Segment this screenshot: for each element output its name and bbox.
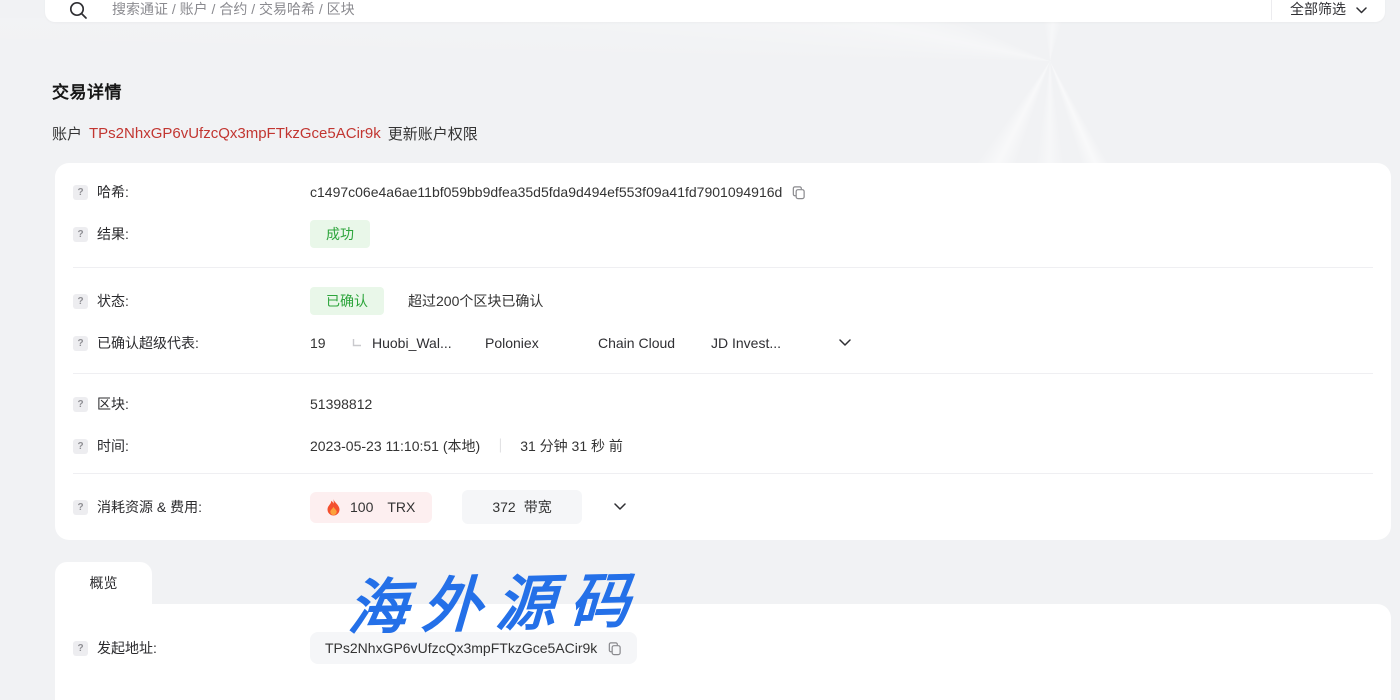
help-icon[interactable]: ? — [73, 641, 88, 656]
bandwidth-unit: 带宽 — [524, 497, 552, 517]
help-icon[interactable]: ? — [73, 227, 88, 242]
page-title: 交易详情 — [52, 78, 122, 103]
help-icon[interactable]: ? — [73, 439, 88, 454]
owner-label-group: ? 发起地址: — [73, 638, 310, 658]
overview-card: ? 发起地址: TPs2NhxGP6vUfzcQx3mpFTkzGce5ACir… — [55, 604, 1391, 700]
copy-icon[interactable] — [791, 185, 806, 200]
confirmed-sr-row: ? 已确认超级代表: 19 Huobi_Wal... Poloniex Chai… — [73, 322, 1373, 364]
result-badge: 成功 — [310, 220, 370, 248]
sr-name[interactable]: Chain Cloud — [598, 335, 711, 351]
sr-label: 已确认超级代表: — [97, 333, 199, 353]
help-icon[interactable]: ? — [73, 500, 88, 515]
result-label-group: ? 结果: — [73, 224, 310, 244]
help-icon[interactable]: ? — [73, 336, 88, 351]
result-row: ? 结果: 成功 — [73, 213, 1373, 255]
result-label: 结果: — [97, 224, 129, 244]
time-ago: 31 分钟 31 秒 前 — [520, 436, 623, 456]
hash-label-group: ? 哈希: — [73, 182, 310, 202]
resources-label: 消耗资源 & 费用: — [97, 497, 202, 517]
summary-prefix: 账户 — [52, 123, 82, 144]
bandwidth-amount: 372 — [492, 499, 515, 515]
transaction-detail-card: ? 哈希: c1497c06e4a6ae11bf059bb9dfea35d5fd… — [55, 163, 1391, 540]
copy-icon[interactable] — [607, 641, 622, 656]
resources-row: ? 消耗资源 & 费用: 100 TRX 372 带宽 — [73, 486, 1373, 528]
sr-name[interactable]: Poloniex — [485, 335, 598, 351]
chevron-down-icon — [614, 503, 626, 511]
search-bar: 搜索通证 / 账户 / 合约 / 交易哈希 / 区块 全部筛选 — [45, 0, 1385, 22]
owner-label: 发起地址: — [97, 638, 157, 658]
summary-suffix: 更新账户权限 — [388, 123, 478, 144]
bandwidth-badge: 372 带宽 — [462, 490, 581, 524]
time-value: 2023-05-23 11:10:51 (本地) — [310, 436, 480, 456]
search-filter-dropdown[interactable]: 全部筛选 — [1271, 0, 1371, 20]
filter-label: 全部筛选 — [1290, 0, 1346, 19]
sr-name[interactable]: Huobi_Wal... — [372, 335, 485, 351]
chevron-down-icon — [1356, 7, 1367, 14]
time-row: ? 时间: 2023-05-23 11:10:51 (本地) ｜ 31 分钟 3… — [73, 425, 1373, 467]
help-icon[interactable]: ? — [73, 185, 88, 200]
block-label-group: ? 区块: — [73, 394, 310, 414]
burn-amount: 100 — [350, 499, 373, 515]
hash-value: c1497c06e4a6ae11bf059bb9dfea35d5fda9d494… — [310, 184, 782, 200]
account-link[interactable]: TPs2NhxGP6vUfzcQx3mpFTkzGce5ACir9k — [89, 125, 381, 142]
divider — [73, 267, 1373, 268]
block-label: 区块: — [97, 394, 129, 414]
flame-icon — [327, 499, 340, 516]
help-icon[interactable]: ? — [73, 397, 88, 412]
status-row: ? 状态: 已确认 超过200个区块已确认 — [73, 280, 1373, 322]
time-separator: ｜ — [493, 436, 507, 456]
owner-address-row: ? 发起地址: TPs2NhxGP6vUfzcQx3mpFTkzGce5ACir… — [73, 630, 1373, 666]
chevron-down-icon — [839, 339, 851, 347]
hash-label: 哈希: — [97, 182, 129, 202]
sr-label-group: ? 已确认超级代表: — [73, 333, 310, 353]
time-label: 时间: — [97, 436, 129, 456]
status-badge: 已确认 — [310, 287, 384, 315]
expand-sr-list[interactable] — [839, 339, 851, 347]
search-input[interactable]: 搜索通证 / 账户 / 合约 / 交易哈希 / 区块 — [112, 0, 355, 20]
search-icon[interactable] — [69, 1, 88, 20]
divider — [73, 373, 1373, 374]
burned-trx-badge: 100 TRX — [310, 492, 432, 523]
time-label-group: ? 时间: — [73, 436, 310, 456]
sr-count: 19 — [310, 335, 352, 351]
resources-label-group: ? 消耗资源 & 费用: — [73, 497, 310, 517]
owner-address-value[interactable]: TPs2NhxGP6vUfzcQx3mpFTkzGce5ACir9k — [325, 640, 597, 656]
sr-name[interactable]: JD Invest... — [711, 335, 824, 351]
status-label: 状态: — [97, 291, 129, 311]
block-value[interactable]: 51398812 — [310, 396, 372, 412]
corner-icon — [352, 335, 361, 351]
burn-unit: TRX — [387, 499, 415, 515]
help-icon[interactable]: ? — [73, 294, 88, 309]
expand-resources[interactable] — [614, 503, 626, 511]
status-note: 超过200个区块已确认 — [408, 291, 543, 311]
transaction-summary: 账户 TPs2NhxGP6vUfzcQx3mpFTkzGce5ACir9k 更新… — [52, 123, 478, 144]
owner-address-chip: TPs2NhxGP6vUfzcQx3mpFTkzGce5ACir9k — [310, 632, 637, 664]
hash-row: ? 哈希: c1497c06e4a6ae11bf059bb9dfea35d5fd… — [73, 171, 1373, 213]
divider — [73, 473, 1373, 474]
status-label-group: ? 状态: — [73, 291, 310, 311]
tab-overview[interactable]: 概览 — [55, 562, 152, 604]
block-row: ? 区块: 51398812 — [73, 383, 1373, 425]
